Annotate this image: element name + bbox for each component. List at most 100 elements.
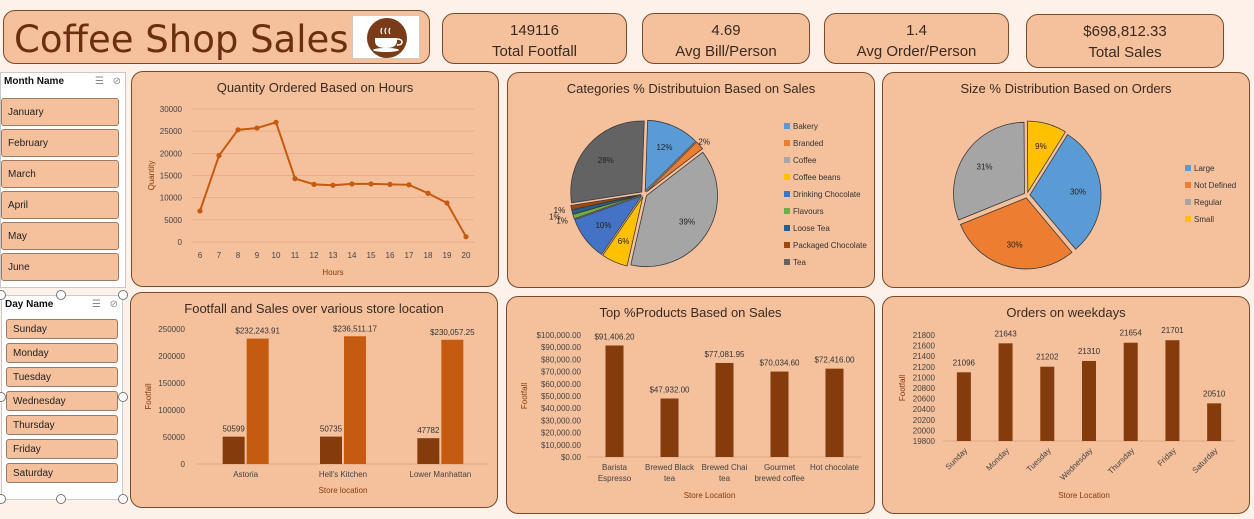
y-tick-label: 10000 [160, 194, 183, 203]
legend-swatch [784, 191, 790, 197]
month-slicer[interactable]: Month Name ☰ ⊘ January February March Ap… [0, 72, 126, 288]
x-tick-label: tea [664, 474, 676, 483]
resize-handle[interactable] [56, 290, 66, 300]
day-slicer[interactable]: Day Name ☰ ⊘ Sunday Monday Tuesday Wedne… [1, 295, 123, 500]
data-point [387, 181, 393, 187]
pie-data-label: 30% [1007, 241, 1023, 250]
day-item-thursday[interactable]: Thursday [6, 415, 118, 435]
bar [956, 372, 971, 441]
legend-swatch [1185, 216, 1191, 222]
resize-handle[interactable] [56, 494, 66, 504]
x-tick-label: 15 [367, 251, 376, 260]
y-tick-label: 20800 [913, 384, 936, 393]
x-tick-label: tea [719, 474, 731, 483]
data-point [254, 125, 260, 131]
data-point [406, 182, 412, 188]
location-bar-chart: 0 50000 100000 150000 200000 250000 50599 $232,… [144, 324, 489, 495]
bar [1123, 342, 1138, 441]
bar [441, 339, 464, 464]
x-tick-label: 18 [424, 251, 433, 260]
bar-data-label: 50735 [320, 425, 343, 434]
kpi-avg-order-per-person: 1.4 Avg Order/Person [824, 13, 1009, 64]
resize-handle[interactable] [118, 290, 128, 300]
kpi-label: Total Sales [1088, 44, 1162, 61]
bar [825, 368, 844, 457]
month-item-january[interactable]: January [1, 98, 119, 126]
x-tick-label: Friday [1156, 446, 1178, 468]
data-point [235, 127, 241, 133]
multi-select-icon[interactable]: ☰ [92, 299, 101, 310]
legend-label: Regular [1194, 198, 1222, 207]
category-pie-chart: 12%2%39%6%10%1%1%1%28%BakeryBrandedCoffe… [549, 119, 867, 267]
month-item-june[interactable]: June [1, 253, 119, 281]
legend-label: Bakery [793, 122, 818, 131]
month-item-may[interactable]: May [1, 222, 119, 250]
data-point [197, 208, 203, 214]
data-point [444, 200, 450, 206]
x-tick-label: 12 [310, 251, 319, 260]
x-axis-title: Store location [319, 486, 368, 495]
kpi-total-footfall: 149116 Total Footfall [442, 13, 627, 64]
x-tick-label: 7 [217, 251, 222, 260]
pie-data-label: 2% [698, 137, 710, 146]
resize-handle[interactable] [118, 392, 128, 402]
bar-data-label: $70,034.60 [759, 359, 800, 368]
legend-swatch [784, 208, 790, 214]
y-tick-label: 0 [181, 460, 186, 469]
pie-data-label: 39% [679, 218, 695, 227]
legend-swatch [1185, 165, 1191, 171]
month-item-march[interactable]: March [1, 160, 119, 188]
x-tick-label: Saturday [1191, 446, 1220, 475]
y-tick-label: 15000 [160, 172, 183, 181]
clear-filter-icon[interactable]: ⊘ [113, 76, 121, 87]
x-tick-label: Barista [602, 463, 627, 472]
x-tick-label: Hell's Kitchen [319, 470, 367, 479]
y-tick-label: 21600 [913, 342, 936, 351]
legend-swatch [784, 123, 790, 129]
day-item-friday[interactable]: Friday [6, 439, 118, 459]
day-item-sunday[interactable]: Sunday [6, 319, 118, 339]
y-tick-label: 19800 [913, 437, 936, 446]
resize-handle[interactable] [0, 494, 6, 504]
legend-swatch [784, 157, 790, 163]
bar-data-label: 21701 [1161, 326, 1184, 335]
day-item-monday[interactable]: Monday [6, 343, 118, 363]
legend-swatch [1185, 182, 1191, 188]
y-tick-label: $30,000.00 [541, 416, 582, 425]
pie-data-label: 10% [595, 221, 611, 230]
legend-label: Loose Tea [793, 224, 830, 233]
dashboard-title: Coffee Shop Sales [14, 18, 349, 61]
bar [417, 438, 440, 464]
weekday-bar-chart: 19800 2000020200 2040020600 20800 2100021200… [898, 326, 1235, 500]
bar [605, 345, 624, 457]
month-item-february[interactable]: February [1, 129, 119, 157]
data-point [292, 176, 298, 182]
legend-swatch [784, 140, 790, 146]
month-item-april[interactable]: April [1, 191, 119, 219]
x-axis-title: Store Location [684, 491, 736, 500]
legend-label: Large [1194, 164, 1215, 173]
x-tick-label: Gourmet [764, 463, 796, 472]
bar-data-label: 21202 [1036, 353, 1059, 362]
y-tick-label: $40,000.00 [541, 404, 582, 413]
x-tick-label: 8 [236, 251, 241, 260]
data-point [463, 234, 469, 240]
dashboard-title-card: Coffee Shop Sales [3, 10, 430, 64]
y-tick-label: 5000 [164, 216, 182, 225]
resize-handle[interactable] [118, 494, 128, 504]
day-item-wednesday[interactable]: Wednesday [6, 391, 118, 411]
y-axis-title: Quantity [147, 161, 156, 191]
day-item-tuesday[interactable]: Tuesday [6, 367, 118, 387]
legend-label: Branded [793, 139, 823, 148]
day-item-saturday[interactable]: Saturday [6, 463, 118, 483]
bar-data-label: $232,243.91 [235, 327, 280, 336]
size-pie-chart: 30% 30% 31% 9% Large Not Defined Regular Small [953, 120, 1236, 270]
bar-data-label: 21643 [994, 329, 1017, 338]
clear-filter-icon[interactable]: ⊘ [110, 299, 118, 310]
multi-select-icon[interactable]: ☰ [95, 76, 104, 87]
bar [320, 436, 342, 464]
data-point [330, 182, 336, 188]
pie-data-label: 12% [656, 143, 672, 152]
weekday-bar-chart-panel: Orders on weekdays 19800 20000 20200 20400 2… [882, 296, 1250, 514]
x-tick-label: 20 [462, 251, 471, 260]
